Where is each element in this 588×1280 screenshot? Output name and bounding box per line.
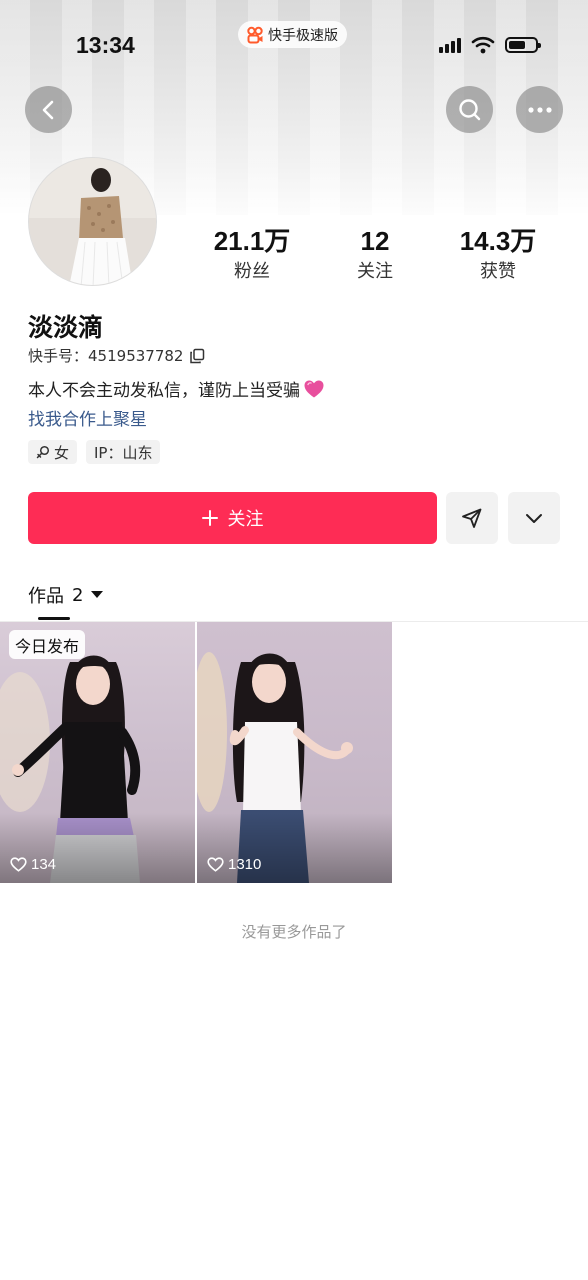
like-count-value: 1310	[228, 856, 262, 873]
heart-outline-icon	[10, 857, 27, 872]
pink-heart-icon	[304, 380, 324, 397]
nickname: 淡淡滴	[28, 313, 104, 342]
video-thumbnail[interactable]: 1310	[197, 622, 392, 883]
gender-tag-label: 女	[54, 443, 70, 462]
collab-link[interactable]: 找我合作上聚星	[28, 405, 147, 430]
female-icon	[36, 445, 50, 459]
follow-button[interactable]: 关注	[28, 492, 437, 544]
like-count: 134	[10, 856, 56, 873]
today-published-badge: 今日发布	[9, 630, 86, 659]
works-tab-indicator	[38, 617, 70, 620]
search-button[interactable]	[446, 86, 493, 133]
chevron-down-icon	[526, 514, 542, 523]
battery-icon	[505, 37, 541, 53]
kuaishou-logo-icon	[246, 26, 264, 44]
followers-count: 21.1万	[213, 226, 291, 256]
plus-icon	[201, 510, 218, 526]
back-button[interactable]	[25, 86, 72, 133]
bio-text: 本人不会主动发私信，谨防上当受骗	[28, 381, 300, 401]
ip-tag-label: IP：山东	[94, 443, 153, 462]
signal-icon	[439, 37, 461, 53]
app-name: 快手极速版	[268, 27, 338, 44]
stat-followers[interactable]: 21.1万 粉丝	[192, 226, 312, 283]
more-button[interactable]	[516, 86, 563, 133]
stat-likes[interactable]: 14.3万 获赞	[438, 226, 558, 283]
kuaishou-id-label: 快手号：	[28, 347, 89, 365]
works-count: 2	[72, 584, 84, 606]
kuaishou-id-row: 快手号：4519537782	[28, 345, 205, 366]
kuaishou-id: 4519537782	[88, 347, 184, 365]
works-tab-label: 作品	[28, 586, 64, 607]
like-count-value: 134	[31, 856, 57, 873]
search-icon	[458, 98, 480, 120]
no-more-works-text: 没有更多作品了	[241, 923, 347, 941]
following-label: 关注	[357, 261, 393, 282]
bio: 本人不会主动发私信，谨防上当受骗	[28, 376, 325, 401]
followers-label: 粉丝	[234, 261, 270, 282]
stat-following[interactable]: 12 关注	[315, 226, 435, 283]
follow-button-label: 关注	[227, 509, 264, 530]
avatar[interactable]	[28, 157, 157, 286]
likes-count: 14.3万	[459, 226, 537, 256]
status-icons	[439, 36, 541, 54]
following-count: 12	[360, 226, 390, 256]
wifi-icon	[471, 36, 495, 54]
status-time: 13:34	[76, 32, 135, 58]
expand-recommend-button[interactable]	[508, 492, 560, 544]
works-tab[interactable]: 作品 2	[28, 582, 104, 608]
message-button[interactable]	[446, 492, 498, 544]
copy-icon[interactable]	[189, 348, 205, 364]
likes-label: 获赞	[480, 261, 516, 282]
heart-outline-icon	[207, 857, 224, 872]
caret-down-icon	[91, 591, 104, 598]
more-dots-icon	[527, 106, 552, 113]
video-thumbnail[interactable]: 今日发布 134	[0, 622, 195, 883]
gender-tag: 女	[28, 440, 78, 464]
send-icon	[462, 508, 482, 528]
ip-tag: IP：山东	[86, 440, 161, 464]
like-count: 1310	[207, 856, 261, 873]
app-return-pill[interactable]: 快手极速版	[238, 21, 347, 48]
chevron-left-icon	[42, 100, 53, 119]
